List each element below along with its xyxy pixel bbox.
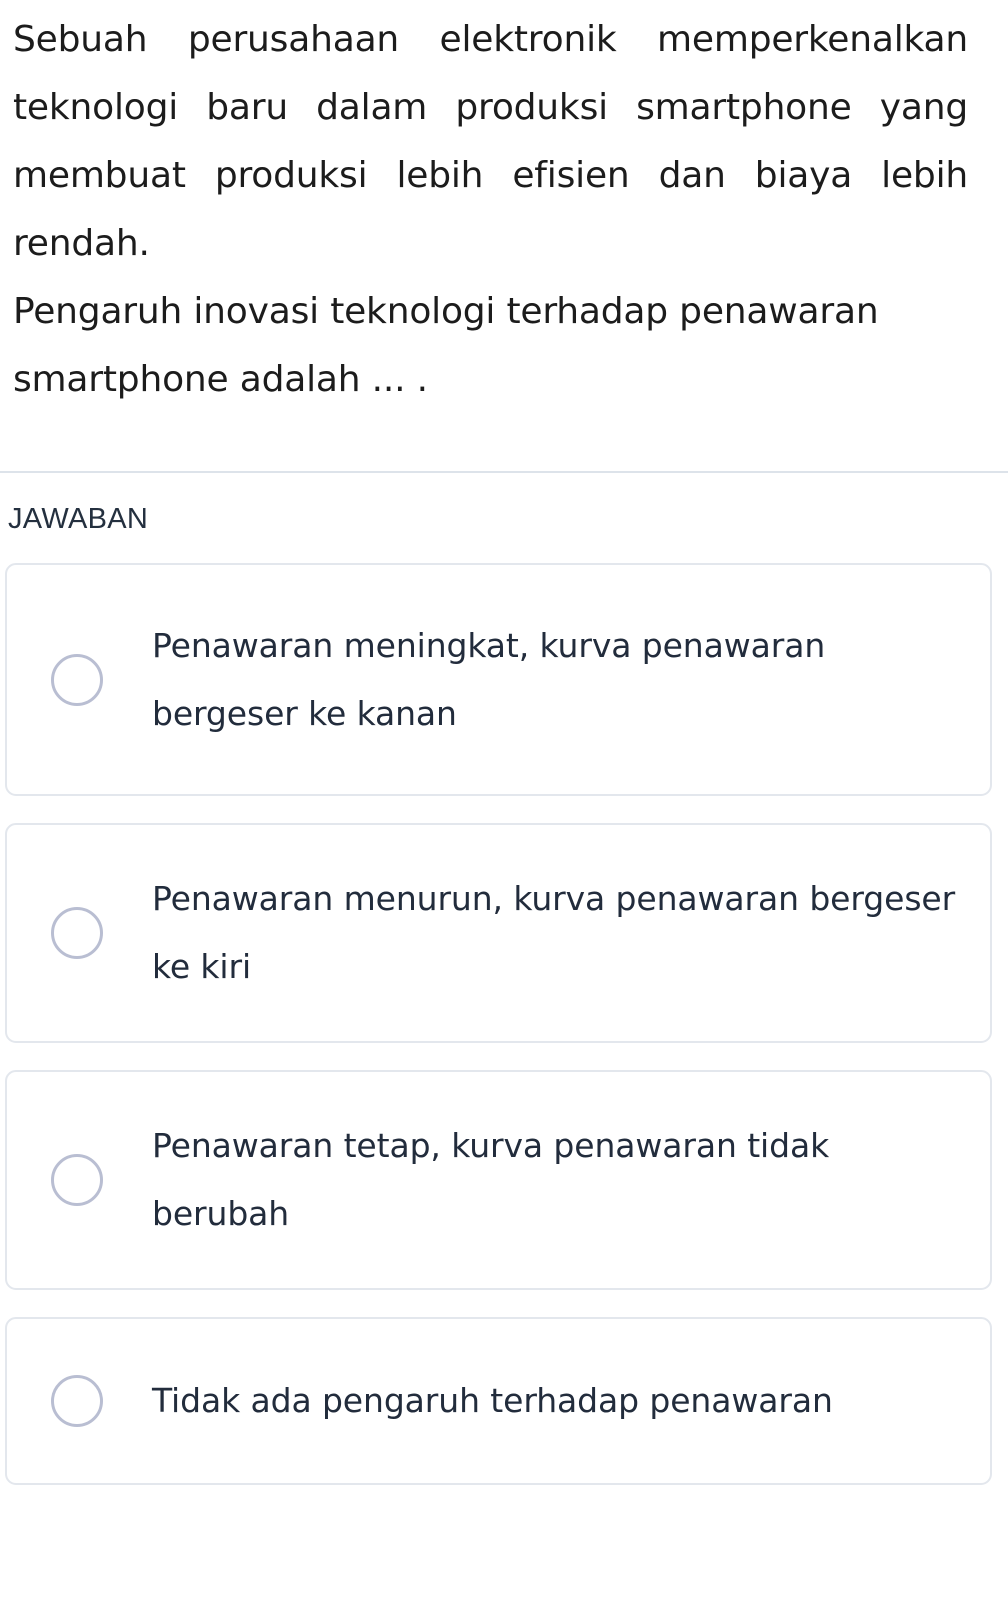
radio-wrap-3[interactable] <box>7 1154 152 1206</box>
radio-wrap-4[interactable] <box>7 1375 152 1427</box>
radio-button-icon[interactable] <box>51 1154 103 1206</box>
radio-button-icon[interactable] <box>51 1375 103 1427</box>
radio-wrap-1[interactable] <box>7 653 152 706</box>
radio-button-icon[interactable] <box>51 653 103 706</box>
answer-option-label-1: Penawaran meningkat, kurva penawaran ber… <box>152 625 826 733</box>
question-block: Sebuah perusahaan elektronik memperkenal… <box>0 0 1008 414</box>
answer-option-label-4: Tidak ada pengaruh terhadap penawaran <box>152 1381 833 1420</box>
answer-option-2[interactable]: Penawaran menurun, kurva penawaran berge… <box>5 823 992 1043</box>
answer-option-3[interactable]: Penawaran tetap, kurva penawaran tidak b… <box>5 1070 992 1290</box>
answer-option-1[interactable]: Penawaran meningkat, kurva penawaran ber… <box>5 563 992 796</box>
answer-options-list: Penawaran meningkat, kurva penawaran ber… <box>0 536 1008 1485</box>
question-paragraph-2: Pengaruh inovasi teknologi terhadap pena… <box>13 291 879 400</box>
answer-section-label: JAWABAN <box>8 503 149 535</box>
radio-button-icon[interactable] <box>51 907 103 959</box>
answer-option-4[interactable]: Tidak ada pengaruh terhadap penawaran <box>5 1317 992 1485</box>
answer-option-label-2: Penawaran menurun, kurva penawaran berge… <box>152 879 956 986</box>
radio-wrap-2[interactable] <box>7 907 152 959</box>
answer-option-label-3: Penawaran tetap, kurva penawaran tidak b… <box>152 1126 830 1233</box>
question-paragraph-1: Sebuah perusahaan elektronik memperkenal… <box>13 19 968 264</box>
